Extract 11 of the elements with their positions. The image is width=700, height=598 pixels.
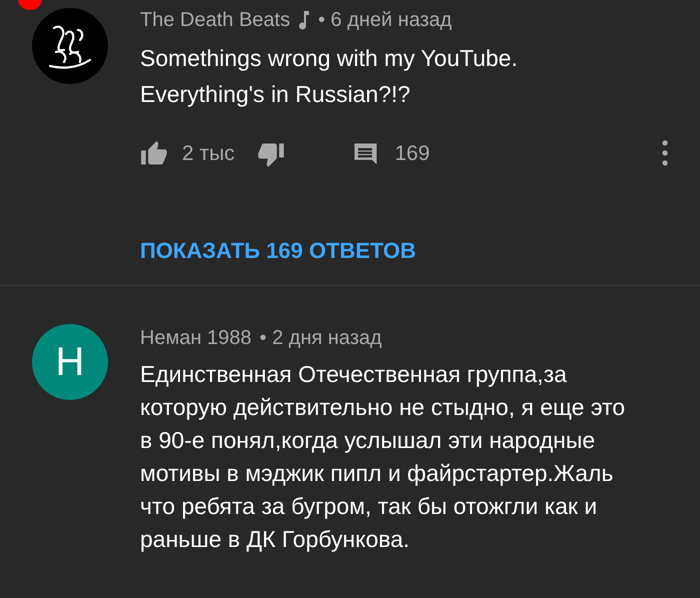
user-avatar: Н — [32, 324, 108, 400]
comment-text: Единственная Отечественная группа,за которую действительно не стыдно, я еще это в 90-е понял,когда услышал эти народные мотивы в мэджик пипл и файрстартер.Жаль что ребята за бугром, так бы отожгли как и раньше в ДК Горбункова. — [140, 360, 626, 554]
like-count: 2 тыс — [182, 141, 235, 168]
comment-time: • 6 дней назад — [318, 8, 452, 33]
reply-count: 169 — [394, 141, 430, 168]
show-replies-link[interactable]: ПОКАЗАТЬ 169 ОТВЕТОВ — [140, 234, 416, 267]
more-options-icon[interactable] — [662, 140, 668, 166]
author-name[interactable]: Неман 1988 — [140, 324, 252, 352]
comment-text: Somethings wrong with my YouTube. Everything's in Russian?!? — [140, 44, 519, 109]
author-name[interactable]: The Death Beats — [140, 6, 290, 34]
comment-time: • 2 дня назад — [260, 326, 382, 351]
